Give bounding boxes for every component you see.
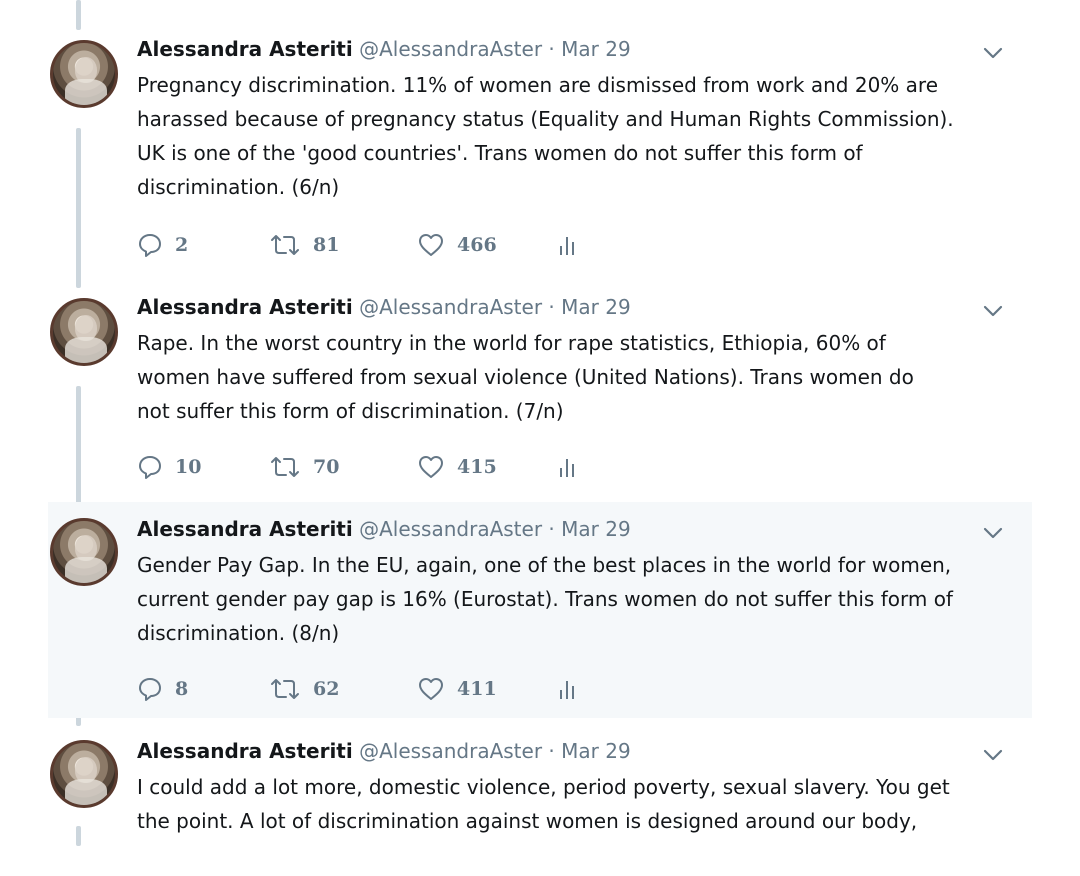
like-button[interactable]: 415 bbox=[417, 452, 497, 482]
tweet-text-line: Pregnancy discrimination. 11% of women a… bbox=[137, 73, 938, 97]
chevron-down-icon[interactable] bbox=[982, 744, 1004, 766]
like-button[interactable]: 466 bbox=[417, 230, 497, 260]
author-name[interactable]: Alessandra Asteriti bbox=[137, 739, 353, 763]
tweet-header: Alessandra Asteriti @AlessandraAster · M… bbox=[137, 36, 631, 62]
like-button[interactable]: 411 bbox=[417, 674, 497, 704]
tweet[interactable]: Alessandra Asteriti @AlessandraAster · M… bbox=[48, 24, 1032, 282]
retweet-button[interactable]: 70 bbox=[269, 452, 339, 482]
tweet-text-line: discrimination. (6/n) bbox=[137, 175, 340, 199]
heart-icon bbox=[417, 232, 445, 258]
tweet-text: Rape. In the worst country in the world … bbox=[137, 326, 1017, 428]
author-name[interactable]: Alessandra Asteriti bbox=[137, 295, 353, 319]
author-handle[interactable]: @AlessandraAster bbox=[359, 295, 542, 319]
tweet-actions: 2 81 466 bbox=[137, 230, 637, 260]
retweet-button[interactable]: 81 bbox=[269, 230, 339, 260]
like-count: 415 bbox=[457, 456, 497, 478]
author-handle[interactable]: @AlessandraAster bbox=[359, 37, 542, 61]
tweet-text-line: harassed because of pregnancy status (Eq… bbox=[137, 107, 954, 131]
chevron-down-icon[interactable] bbox=[982, 300, 1004, 322]
like-count: 466 bbox=[457, 234, 497, 256]
tweet-date[interactable]: Mar 29 bbox=[561, 295, 631, 319]
retweet-count: 62 bbox=[313, 678, 340, 700]
reply-button[interactable]: 8 bbox=[137, 674, 188, 704]
heart-icon bbox=[417, 676, 445, 702]
analytics-icon bbox=[557, 454, 579, 480]
tweet-date[interactable]: Mar 29 bbox=[561, 37, 631, 61]
tweet-text-line: I could add a lot more, domestic violenc… bbox=[137, 775, 950, 799]
avatar[interactable] bbox=[50, 518, 118, 586]
reply-icon bbox=[137, 454, 163, 480]
reply-icon bbox=[137, 232, 163, 258]
tweet-text: Pregnancy discrimination. 11% of women a… bbox=[137, 68, 1017, 204]
tweet[interactable]: Alessandra Asteriti @AlessandraAster · M… bbox=[48, 282, 1032, 504]
analytics-icon bbox=[557, 676, 579, 702]
author-handle[interactable]: @AlessandraAster bbox=[359, 739, 542, 763]
tweet-text-line: women have suffered from sexual violence… bbox=[137, 365, 914, 389]
tweet-text-line: Rape. In the worst country in the world … bbox=[137, 331, 886, 355]
tweet-text-line: Gender Pay Gap. In the EU, again, one of… bbox=[137, 553, 952, 577]
tweet-text-line: the point. A lot of discrimination again… bbox=[137, 809, 918, 833]
tweet-header: Alessandra Asteriti @AlessandraAster · M… bbox=[137, 294, 631, 320]
tweet-header: Alessandra Asteriti @AlessandraAster · M… bbox=[137, 516, 631, 542]
analytics-button[interactable] bbox=[557, 230, 579, 260]
reply-count: 2 bbox=[175, 234, 189, 256]
tweet[interactable]: Alessandra Asteriti @AlessandraAster · M… bbox=[48, 724, 1032, 876]
tweet-text-line: current gender pay gap is 16% (Eurostat)… bbox=[137, 587, 953, 611]
tweet-date[interactable]: Mar 29 bbox=[561, 517, 631, 541]
avatar[interactable] bbox=[50, 298, 118, 366]
author-name[interactable]: Alessandra Asteriti bbox=[137, 517, 353, 541]
avatar[interactable] bbox=[50, 740, 118, 808]
tweet-actions: 10 70 415 bbox=[137, 452, 637, 482]
retweet-count: 81 bbox=[313, 234, 340, 256]
reply-icon bbox=[137, 676, 163, 702]
tweet-header: Alessandra Asteriti @AlessandraAster · M… bbox=[137, 738, 631, 764]
chevron-down-icon[interactable] bbox=[982, 42, 1004, 64]
retweet-icon bbox=[269, 232, 301, 258]
tweet-text-line: discrimination. (8/n) bbox=[137, 621, 340, 645]
tweet[interactable]: Alessandra Asteriti @AlessandraAster · M… bbox=[48, 502, 1032, 718]
like-count: 411 bbox=[457, 678, 497, 700]
tweet-text: Gender Pay Gap. In the EU, again, one of… bbox=[137, 548, 1017, 650]
reply-button[interactable]: 10 bbox=[137, 452, 201, 482]
retweet-icon bbox=[269, 454, 301, 480]
tweet-date[interactable]: Mar 29 bbox=[561, 739, 631, 763]
tweet-text-line: not suffer this form of discrimination. … bbox=[137, 399, 564, 423]
reply-count: 10 bbox=[175, 456, 202, 478]
analytics-button[interactable] bbox=[557, 452, 579, 482]
author-name[interactable]: Alessandra Asteriti bbox=[137, 37, 353, 61]
reply-button[interactable]: 2 bbox=[137, 230, 188, 260]
separator-dot: · bbox=[548, 517, 555, 541]
heart-icon bbox=[417, 454, 445, 480]
reply-count: 8 bbox=[175, 678, 189, 700]
retweet-button[interactable]: 62 bbox=[269, 674, 339, 704]
retweet-icon bbox=[269, 676, 301, 702]
avatar[interactable] bbox=[50, 40, 118, 108]
tweet-text: I could add a lot more, domestic violenc… bbox=[137, 770, 1017, 838]
tweet-actions: 8 62 411 bbox=[137, 674, 637, 704]
separator-dot: · bbox=[548, 37, 555, 61]
separator-dot: · bbox=[548, 739, 555, 763]
tweet-text-line: UK is one of the 'good countries'. Trans… bbox=[137, 141, 863, 165]
separator-dot: · bbox=[548, 295, 555, 319]
analytics-icon bbox=[557, 232, 579, 258]
author-handle[interactable]: @AlessandraAster bbox=[359, 517, 542, 541]
retweet-count: 70 bbox=[313, 456, 340, 478]
analytics-button[interactable] bbox=[557, 674, 579, 704]
chevron-down-icon[interactable] bbox=[982, 522, 1004, 544]
